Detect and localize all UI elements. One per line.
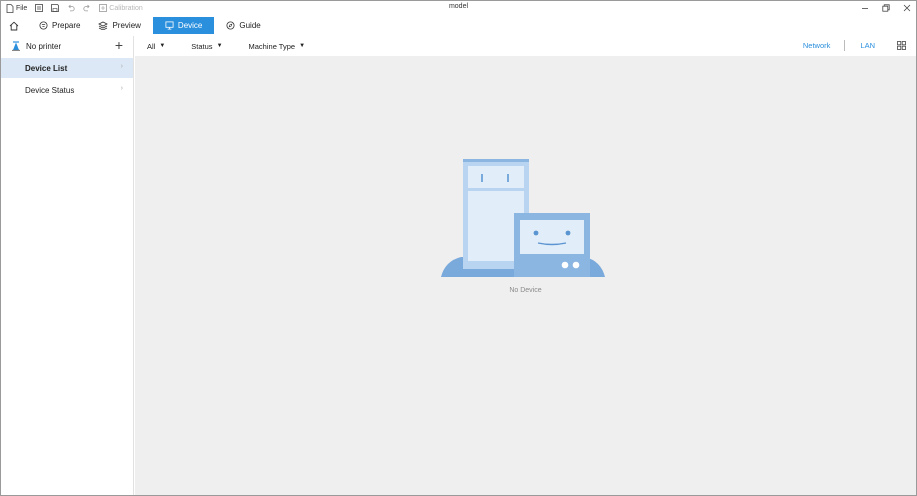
printer-icon bbox=[12, 41, 20, 51]
printer-selector[interactable]: No printer + bbox=[1, 36, 133, 56]
machine-type-filter-dropdown[interactable]: Machine Type ▼ bbox=[249, 42, 306, 51]
grid-view-icon[interactable] bbox=[897, 41, 906, 50]
caret-down-icon: ▼ bbox=[216, 43, 223, 49]
undo-icon bbox=[68, 4, 75, 12]
minimize-button[interactable] bbox=[860, 2, 870, 13]
chevron-right-icon: › bbox=[120, 85, 123, 92]
add-printer-button[interactable]: + bbox=[115, 38, 123, 52]
chevron-right-icon: › bbox=[120, 63, 123, 70]
restore-icon bbox=[882, 3, 890, 12]
caret-down-icon: ▼ bbox=[159, 43, 166, 49]
sidebar-item-label: Device Status bbox=[25, 85, 75, 95]
save-button[interactable] bbox=[51, 4, 60, 12]
caret-down-icon: ▼ bbox=[299, 43, 306, 49]
status-filter-dropdown[interactable]: Status ▼ bbox=[191, 42, 222, 51]
tab-device[interactable]: Device bbox=[152, 17, 215, 34]
calibration-menu[interactable]: Calibration bbox=[99, 4, 143, 12]
empty-state-text: No Device bbox=[509, 287, 542, 294]
machine-type-filter-label: Machine Type bbox=[248, 41, 296, 51]
app-window: File Calibration model Prepare Preview D… bbox=[0, 0, 917, 496]
sidebar-item-label: Device List bbox=[25, 63, 68, 73]
tab-device-label: Device bbox=[177, 21, 203, 30]
all-filter-label: All bbox=[147, 41, 156, 51]
sidebar-item-device-status[interactable]: Device Status › bbox=[1, 80, 133, 100]
network-link[interactable]: Network bbox=[803, 41, 831, 50]
main-tab-bar: Prepare Preview Device Guide bbox=[1, 15, 916, 36]
device-filter-bar: All ▼ Status ▼ Machine Type ▼ Network LA… bbox=[135, 36, 916, 56]
new-project-button[interactable] bbox=[35, 4, 44, 12]
tab-guide-label: Guide bbox=[239, 21, 261, 30]
title-bar-tools: File Calibration bbox=[1, 3, 151, 13]
home-icon bbox=[9, 21, 19, 30]
device-icon bbox=[165, 21, 174, 30]
close-button[interactable] bbox=[902, 2, 912, 13]
device-list-area: No Device bbox=[135, 56, 916, 495]
guide-icon bbox=[226, 21, 235, 30]
close-icon bbox=[903, 4, 911, 11]
tab-preview[interactable]: Preview bbox=[89, 17, 149, 34]
file-menu-label: File bbox=[16, 4, 28, 12]
title-bar: File Calibration model bbox=[1, 1, 916, 15]
preview-icon bbox=[98, 21, 109, 30]
printer-label: No printer bbox=[26, 41, 62, 51]
tab-prepare[interactable]: Prepare bbox=[30, 17, 89, 34]
save-icon bbox=[51, 4, 60, 12]
home-button[interactable] bbox=[4, 21, 24, 31]
sidebar-item-device-list[interactable]: Device List › bbox=[1, 58, 133, 78]
lan-link[interactable]: LAN bbox=[860, 41, 875, 50]
new-project-icon bbox=[35, 4, 44, 12]
calibration-icon bbox=[99, 4, 108, 12]
undo-button[interactable] bbox=[67, 4, 75, 12]
tab-guide[interactable]: Guide bbox=[217, 17, 269, 34]
tab-preview-label: Preview bbox=[112, 21, 141, 30]
window-controls bbox=[860, 2, 912, 13]
file-icon bbox=[6, 3, 14, 13]
minimize-icon bbox=[862, 7, 868, 9]
all-filter-dropdown[interactable]: All ▼ bbox=[147, 42, 165, 51]
connection-mode-switch: Network LAN bbox=[803, 40, 906, 51]
calibration-label: Calibration bbox=[109, 4, 143, 12]
tab-prepare-label: Prepare bbox=[52, 21, 81, 30]
file-menu[interactable]: File bbox=[6, 3, 28, 13]
no-device-illustration bbox=[441, 159, 605, 277]
device-sidebar: No printer + Device List › Device Status… bbox=[1, 36, 134, 495]
redo-icon bbox=[83, 4, 90, 12]
divider bbox=[844, 40, 846, 51]
restore-button[interactable] bbox=[881, 2, 891, 13]
status-filter-label: Status bbox=[191, 41, 213, 51]
prepare-icon bbox=[39, 21, 48, 30]
redo-button[interactable] bbox=[83, 4, 91, 12]
